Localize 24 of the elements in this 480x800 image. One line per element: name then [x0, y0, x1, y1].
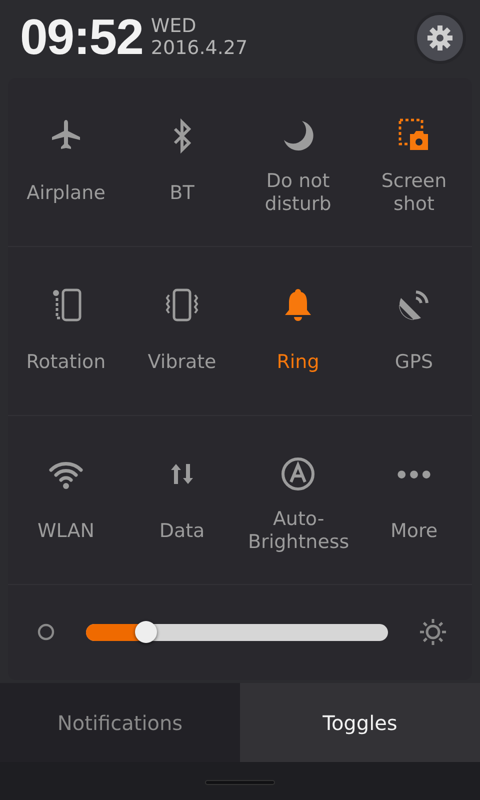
toggle-button[interactable]: Data	[124, 416, 240, 584]
tab[interactable]: Notifications	[0, 683, 240, 762]
toggle-button[interactable]: WLAN	[8, 416, 124, 584]
brightness-slider[interactable]	[86, 624, 388, 640]
weekday-label: WED	[150, 16, 198, 38]
toggle-button[interactable]: Do not disturb	[240, 78, 356, 246]
clock-time: 09:52	[20, 12, 143, 62]
toggle-button[interactable]: BT	[124, 78, 240, 246]
drag-handle[interactable]	[205, 780, 275, 784]
toggle-button[interactable]: Ring	[240, 247, 356, 415]
toggle-button[interactable]: Rotation	[8, 247, 124, 415]
dim-icon	[36, 622, 56, 642]
toggle-button[interactable]: Vibrate	[124, 247, 240, 415]
toggle-button[interactable]: GPS	[356, 247, 472, 415]
sun-icon	[418, 617, 448, 647]
toggle-button[interactable]: Screen shot	[356, 78, 472, 246]
toggle-button[interactable]: Auto-Brightness	[240, 416, 356, 584]
date-label: 2016.4.27	[150, 38, 248, 60]
gear-icon	[426, 24, 454, 52]
more-icon	[397, 470, 431, 479]
slider-thumb[interactable]	[135, 621, 158, 643]
toggle-button[interactable]: More	[356, 416, 472, 584]
toggle-button[interactable]: Airplane	[8, 78, 124, 246]
tab[interactable]: Toggles	[240, 683, 480, 762]
